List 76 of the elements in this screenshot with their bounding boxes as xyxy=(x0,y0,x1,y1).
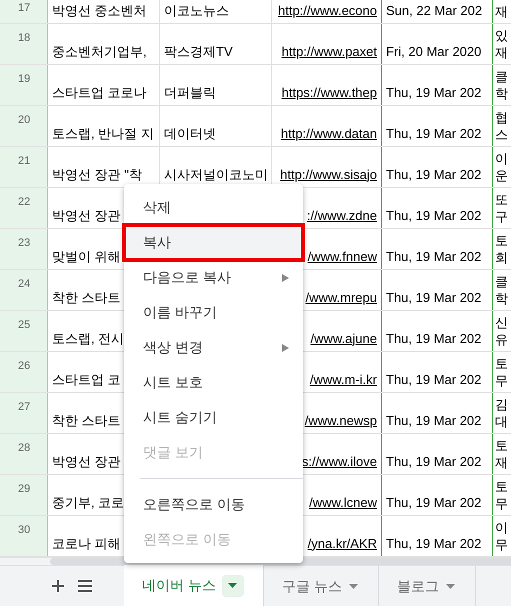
table-cell: Thu, 19 Mar 202 xyxy=(382,434,493,474)
cell-text: 이 xyxy=(495,519,509,536)
table-cell: Thu, 19 Mar 202 xyxy=(382,229,493,269)
table-cell: Thu, 19 Mar 202 xyxy=(382,393,493,433)
cell-text: 운 xyxy=(495,167,509,184)
cell-text: 회 xyxy=(495,249,509,266)
table-cell: 더퍼블릭 xyxy=(160,65,272,105)
cell-text: 토 xyxy=(495,437,509,454)
cell-text: 이 xyxy=(495,150,509,167)
sheet-list-icon[interactable] xyxy=(78,580,92,592)
row-number[interactable]: 25 xyxy=(0,311,48,351)
cell-text: 김 xyxy=(495,396,509,413)
row-number[interactable]: 30 xyxy=(0,516,48,556)
row-number[interactable]: 27 xyxy=(0,393,48,433)
cell-text: 무 xyxy=(495,495,509,512)
cell-text: 있 xyxy=(495,27,509,44)
row-number[interactable]: 18 xyxy=(0,24,48,64)
row-number[interactable]: 21 xyxy=(0,147,48,187)
add-sheet-icon[interactable] xyxy=(52,580,64,592)
cell-text: 무 xyxy=(495,536,509,553)
table-cell: 이코노뉴스 xyxy=(160,0,272,23)
row-number[interactable]: 17 xyxy=(0,0,48,23)
submenu-arrow-icon xyxy=(282,344,289,352)
cell-text: 재 xyxy=(495,3,509,20)
sheet-tab[interactable]: 블로그 xyxy=(378,566,476,606)
cell-text: 토 xyxy=(495,232,509,249)
cell-text: 토 xyxy=(495,478,509,495)
cell-text: 클 xyxy=(495,68,509,85)
cell-text: 무 xyxy=(495,372,509,389)
cell-text: 재 xyxy=(495,454,509,471)
table-cell: Thu, 19 Mar 202 xyxy=(382,270,493,310)
table-cell: Thu, 19 Mar 202 xyxy=(382,106,493,146)
row-number[interactable]: 26 xyxy=(0,352,48,392)
sheet-tab[interactable]: 구글 뉴스 xyxy=(264,566,379,606)
table-cell: Thu, 19 Mar 202 xyxy=(382,188,493,228)
table-cell: 토스랩, 반나절 지 xyxy=(48,106,160,146)
table-cell: 스타트업 코로나 xyxy=(48,65,160,105)
menu-item[interactable]: 복사 xyxy=(124,225,303,260)
table-cell: Fri, 20 Mar 2020 xyxy=(382,24,493,64)
table-cell: 데이터넷 xyxy=(160,106,272,146)
cell-text: 토 xyxy=(495,355,509,372)
cell-text: 또 xyxy=(495,191,509,208)
submenu-arrow-icon xyxy=(282,274,289,282)
cell-text: 클 xyxy=(495,273,509,290)
dropdown-icon[interactable] xyxy=(222,574,244,596)
row-number[interactable]: 23 xyxy=(0,229,48,269)
link-cell: https://www.thep xyxy=(272,65,382,105)
row-number[interactable]: 24 xyxy=(0,270,48,310)
link-cell: http://www.paxet xyxy=(272,24,382,64)
cell-text: 학 xyxy=(495,290,509,307)
cell-text: 스 xyxy=(495,126,509,143)
table-cell: Sun, 22 Mar 202 xyxy=(382,0,493,23)
sheet-tab[interactable]: 네이버 뉴스 xyxy=(124,565,264,606)
table-cell: Thu, 19 Mar 202 xyxy=(382,475,493,515)
cell-text: 협 xyxy=(495,109,509,126)
row-number[interactable]: 29 xyxy=(0,475,48,515)
table-cell: Thu, 19 Mar 202 xyxy=(382,352,493,392)
table-cell: 박영선 중소벤처 xyxy=(48,0,160,23)
table-cell: Thu, 19 Mar 202 xyxy=(382,311,493,351)
cell-text: 대 xyxy=(495,413,509,430)
cell-text: 재 xyxy=(495,44,509,61)
table-cell: 팍스경제TV xyxy=(160,24,272,64)
table-cell: Thu, 19 Mar 202 xyxy=(382,65,493,105)
link-cell: http://www.datan xyxy=(272,106,382,146)
table-cell: 중소벤처기업부, xyxy=(48,24,160,64)
row-number[interactable]: 28 xyxy=(0,434,48,474)
cell-text: 학 xyxy=(495,85,509,102)
cell-text: 유 xyxy=(495,331,509,348)
cell-text: 구 xyxy=(495,208,509,225)
row-number[interactable]: 20 xyxy=(0,106,48,146)
table-cell: Thu, 19 Mar 202 xyxy=(382,147,493,187)
table-cell: Thu, 19 Mar 202 xyxy=(382,516,493,556)
row-number[interactable]: 22 xyxy=(0,188,48,228)
row-number[interactable]: 19 xyxy=(0,65,48,105)
link-cell: http://www.econo xyxy=(272,0,382,23)
cell-text: 신 xyxy=(495,314,509,331)
